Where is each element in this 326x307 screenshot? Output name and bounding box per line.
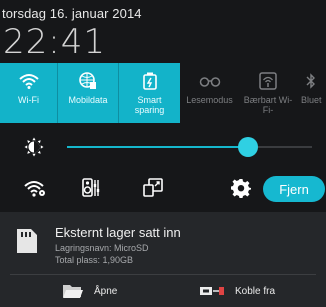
- action-row: Fjern: [0, 170, 326, 206]
- mobile-data-icon: [76, 71, 100, 91]
- tile-reading-mode[interactable]: Lesemodus: [180, 63, 239, 123]
- audio-settings-icon[interactable]: [79, 176, 103, 200]
- settings-gear-icon[interactable]: [229, 176, 253, 200]
- tile-mobile-data[interactable]: Mobildata: [58, 63, 118, 123]
- wifi-settings-icon[interactable]: [23, 176, 47, 200]
- brightness-track-filled: [67, 146, 249, 148]
- brightness-slider-thumb[interactable]: [238, 137, 259, 157]
- notification-shade: torsdag 16. januar 2014 22:41 Wi-Fi Mobi…: [0, 0, 326, 212]
- screen-mirror-icon[interactable]: [141, 176, 165, 200]
- brightness-icon[interactable]: [24, 137, 44, 157]
- date-label: torsdag 16. januar 2014: [2, 6, 142, 21]
- sd-card-icon: [14, 228, 40, 254]
- brightness-row: [0, 129, 326, 165]
- hotspot-icon: [256, 71, 280, 91]
- tile-label-smart-saving: Smart sparing: [134, 95, 165, 115]
- tile-label-hotspot: Bærbart Wi-Fi-: [243, 95, 293, 115]
- tile-label-reading-mode: Lesemodus: [186, 95, 233, 105]
- notification-divider: [10, 274, 316, 275]
- tile-wifi[interactable]: Wi-Fi: [0, 63, 57, 123]
- open-label: Åpne: [94, 285, 118, 297]
- notification-storage-name: Lagringsnavn: MicroSD: [55, 243, 149, 253]
- unmount-icon: [200, 287, 224, 295]
- wifi-icon: [17, 71, 41, 91]
- smart-saving-icon: [138, 71, 162, 91]
- tile-label-bluetooth: Bluet: [301, 95, 322, 105]
- bluetooth-icon: [305, 71, 317, 91]
- notification-title: Eksternt lager satt inn: [55, 225, 181, 240]
- disconnect-label: Koble fra: [235, 285, 276, 297]
- tile-hotspot[interactable]: Bærbart Wi-Fi-: [239, 63, 297, 123]
- tile-label-mobile-data: Mobildata: [68, 95, 108, 105]
- reading-mode-icon: [198, 71, 222, 91]
- tile-label-wifi: Wi-Fi: [18, 95, 39, 105]
- tile-smart-saving[interactable]: Smart sparing: [119, 63, 180, 123]
- clock: 22:41: [3, 22, 106, 62]
- clear-button[interactable]: Fjern: [263, 176, 325, 202]
- disconnect-action[interactable]: Koble fra: [199, 280, 275, 302]
- open-action[interactable]: Åpne: [62, 280, 117, 302]
- storage-notification[interactable]: Eksternt lager satt inn Lagringsnavn: Mi…: [0, 212, 326, 307]
- folder-icon: [63, 285, 83, 298]
- tile-bluetooth[interactable]: Bluet: [297, 63, 326, 123]
- notification-total-space: Total plass: 1,90GB: [55, 255, 134, 265]
- quick-settings: Wi-Fi Mobildata Smart sparing Lesemodus: [0, 63, 326, 123]
